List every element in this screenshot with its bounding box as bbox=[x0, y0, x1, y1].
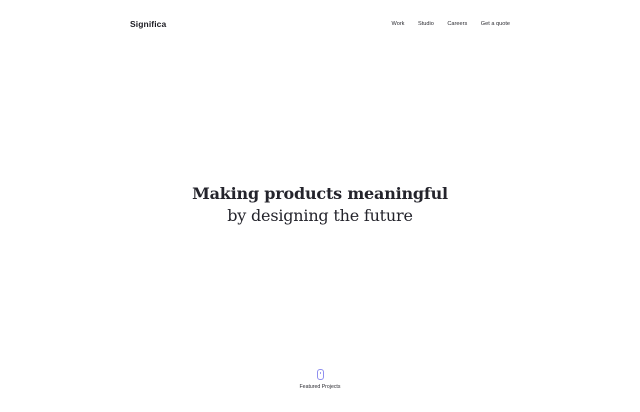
hero-subheadline: by designing the future bbox=[227, 206, 413, 225]
nav-item-careers[interactable]: Careers bbox=[447, 21, 467, 27]
hero-section: Making products meaningful by designing … bbox=[0, 183, 640, 227]
nav-item-work[interactable]: Work bbox=[392, 21, 405, 27]
brand-logo[interactable]: Significa bbox=[130, 19, 166, 29]
featured-projects-link[interactable]: Featured Projects bbox=[0, 369, 640, 390]
mouse-scroll-icon bbox=[316, 369, 324, 380]
nav-item-get-a-quote[interactable]: Get a quote bbox=[481, 21, 510, 27]
featured-projects-label: Featured Projects bbox=[299, 384, 341, 390]
hero-headline: Making products meaningful bbox=[192, 184, 448, 203]
main-nav: Work Studio Careers Get a quote bbox=[378, 21, 510, 27]
nav-item-studio[interactable]: Studio bbox=[418, 21, 434, 27]
site-header: Significa Work Studio Careers Get a quot… bbox=[130, 14, 510, 34]
